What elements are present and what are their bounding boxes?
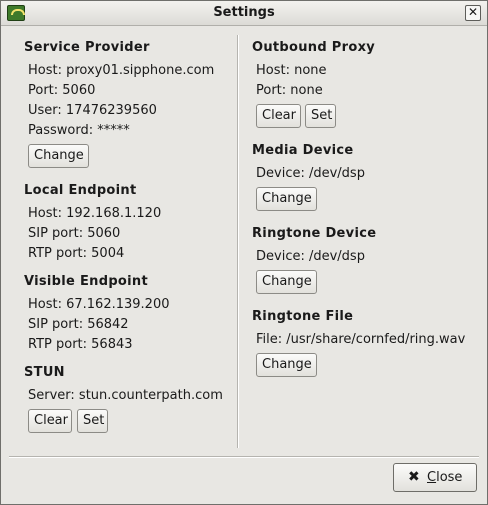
service-provider-heading: Service Provider: [24, 40, 150, 55]
stun-server: Server: stun.counterpath.com: [28, 388, 223, 403]
service-provider-password: Password: *****: [28, 123, 130, 138]
settings-window: Settings ✕ Service Provider Host: proxy0…: [0, 0, 488, 505]
ringtone-file-change-button[interactable]: Change: [256, 353, 317, 377]
service-provider-host: Host: proxy01.sipphone.com: [28, 63, 215, 78]
stun-set-button[interactable]: Set: [77, 409, 108, 433]
media-device-path: Device: /dev/dsp: [256, 166, 365, 181]
visible-endpoint-host: Host: 67.162.139.200: [28, 297, 170, 312]
stun-clear-button[interactable]: Clear: [28, 409, 72, 433]
ringtone-device-change-button[interactable]: Change: [256, 270, 317, 294]
ringtone-file-path: File: /usr/share/cornfed/ring.wav: [256, 332, 466, 347]
outbound-proxy-host: Host: none: [256, 63, 327, 78]
visible-endpoint-rtp-port: RTP port: 56843: [28, 337, 133, 352]
outbound-proxy-port: Port: none: [256, 83, 323, 98]
service-provider-change-button[interactable]: Change: [28, 144, 89, 168]
window-title: Settings: [213, 5, 275, 20]
visible-endpoint-sip-port: SIP port: 56842: [28, 317, 129, 332]
local-endpoint-heading: Local Endpoint: [24, 183, 137, 198]
service-provider-user: User: 17476239560: [28, 103, 157, 118]
local-endpoint-host: Host: 192.168.1.120: [28, 206, 162, 221]
outbound-proxy-heading: Outbound Proxy: [252, 40, 376, 55]
close-button-label: Close: [427, 470, 463, 485]
close-icon: ✖: [408, 469, 420, 485]
outbound-proxy-set-button[interactable]: Set: [305, 104, 336, 128]
outbound-proxy-clear-button[interactable]: Clear: [256, 104, 301, 128]
media-device-change-button[interactable]: Change: [256, 187, 317, 211]
ringtone-device-heading: Ringtone Device: [252, 226, 377, 241]
media-device-heading: Media Device: [252, 143, 354, 158]
visible-endpoint-heading: Visible Endpoint: [24, 274, 148, 289]
local-endpoint-sip-port: SIP port: 5060: [28, 226, 121, 241]
window-close-icon[interactable]: ✕: [465, 5, 481, 21]
ringtone-file-heading: Ringtone File: [252, 309, 354, 324]
column-divider: [237, 35, 239, 448]
title-bar[interactable]: Settings ✕: [1, 1, 487, 26]
local-endpoint-rtp-port: RTP port: 5004: [28, 246, 125, 261]
close-button[interactable]: ✖ Close: [393, 463, 477, 492]
footer-divider: [9, 456, 479, 458]
service-provider-port: Port: 5060: [28, 83, 96, 98]
stun-heading: STUN: [24, 365, 65, 380]
ringtone-device-path: Device: /dev/dsp: [256, 249, 365, 264]
